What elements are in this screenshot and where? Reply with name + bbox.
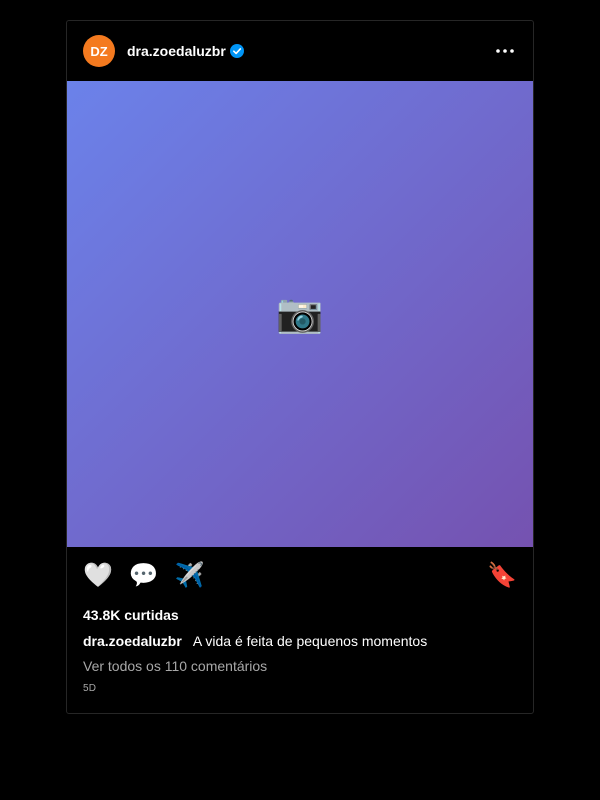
post-card: DZ dra.zoedaluzbr 📷 🤍 💬 ✈️ 🔖 43.8K curti… (66, 20, 534, 714)
avatar[interactable]: DZ (83, 35, 115, 67)
post-media[interactable]: 📷 (67, 81, 533, 547)
caption-username[interactable]: dra.zoedaluzbr (83, 633, 182, 649)
camera-icon: 📷 (276, 293, 324, 335)
like-heart-icon[interactable]: 🤍 (83, 564, 113, 588)
share-airplane-icon[interactable]: ✈️ (175, 564, 205, 588)
caption-text: A vida é feita de pequenos momentos (192, 633, 428, 649)
post-header: DZ dra.zoedaluzbr (67, 21, 533, 81)
likes-count[interactable]: 43.8K curtidas (67, 607, 533, 623)
more-options-icon[interactable] (493, 39, 517, 63)
save-bookmark-icon[interactable]: 🔖 (487, 564, 517, 588)
username[interactable]: dra.zoedaluzbr (127, 43, 226, 59)
post-timestamp: 5D (83, 683, 97, 694)
view-all-comments-link[interactable]: Ver todos os 110 comentários (67, 658, 533, 674)
caption: dra.zoedaluzbr A vida é feita de pequeno… (67, 633, 533, 649)
comment-icon[interactable]: 💬 (129, 564, 159, 588)
verified-badge-icon (229, 44, 244, 58)
action-bar: 🤍 💬 ✈️ 🔖 (67, 547, 533, 605)
